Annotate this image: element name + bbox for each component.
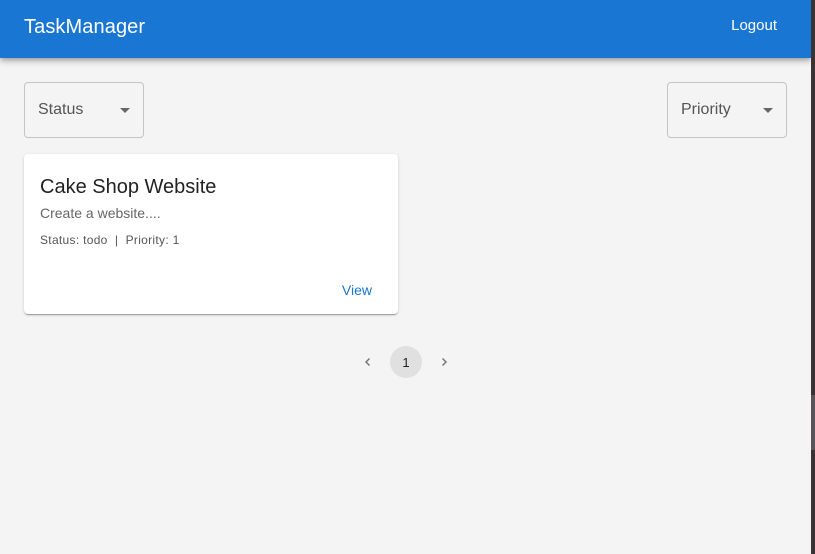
chevron-left-icon — [364, 357, 371, 367]
pagination-prev-button[interactable] — [352, 346, 384, 378]
pagination-page-1[interactable]: 1 — [390, 346, 422, 378]
app-brand: TaskManager — [24, 16, 146, 38]
logout-button[interactable]: Logout — [731, 16, 777, 36]
task-card: Cake Shop Website Create a website.... S… — [24, 154, 398, 314]
caret-down-icon — [120, 108, 130, 113]
caret-down-icon — [763, 108, 773, 113]
priority-filter-label: Priority — [681, 101, 731, 118]
app-bar: TaskManager Logout — [0, 0, 811, 58]
pagination-next-button[interactable] — [428, 346, 460, 378]
task-title: Cake Shop Website — [40, 176, 217, 198]
priority-filter-select[interactable]: Priority — [667, 82, 787, 138]
chevron-right-icon — [441, 357, 448, 367]
task-meta: Status: todo | Priority: 1 — [40, 233, 180, 247]
pagination: 1 — [352, 346, 460, 378]
task-description: Create a website.... — [40, 205, 161, 221]
status-filter-label: Status — [38, 101, 84, 118]
app-root: TaskManager Logout Status Priority Cake … — [0, 0, 811, 554]
view-task-button[interactable]: View — [342, 281, 372, 299]
window-edge — [811, 0, 815, 554]
status-filter-select[interactable]: Status — [24, 82, 144, 138]
